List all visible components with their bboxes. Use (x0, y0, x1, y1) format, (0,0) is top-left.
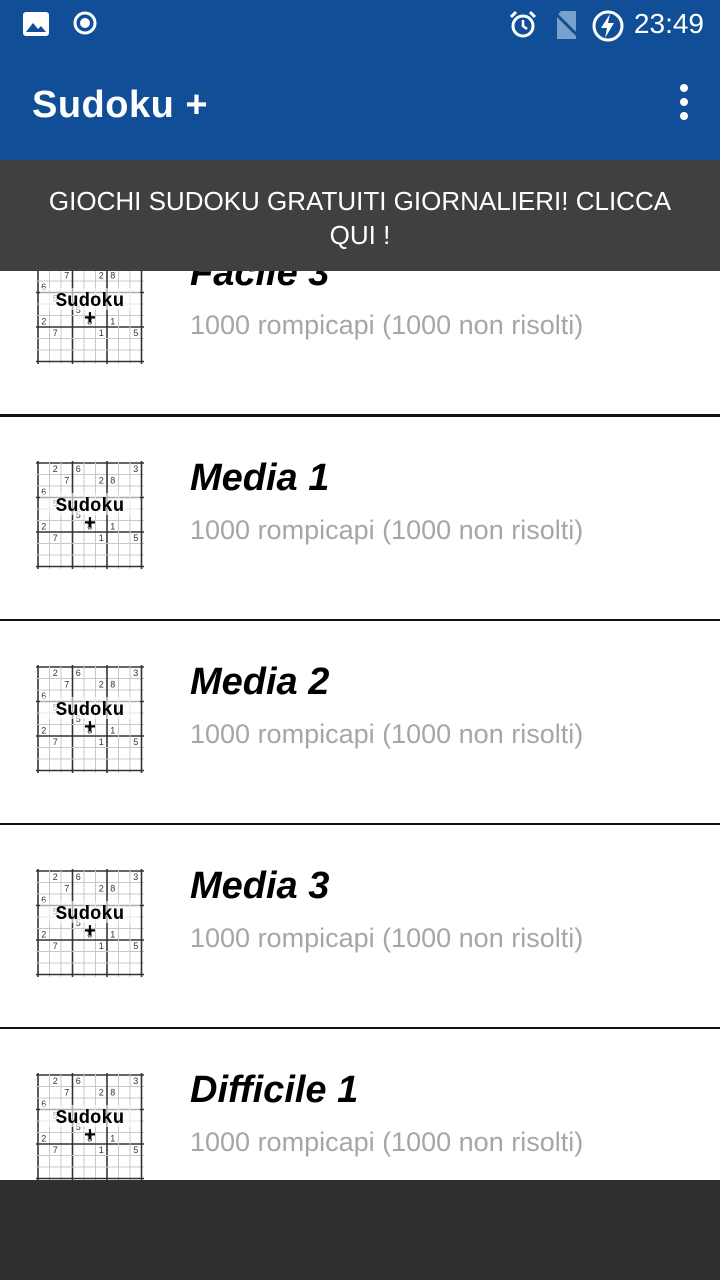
promo-banner[interactable]: GIOCHI SUDOKU GRATUITI GIORNALIERI! CLIC… (0, 160, 720, 271)
svg-text:6: 6 (76, 1076, 81, 1086)
svg-text:+: + (84, 716, 96, 738)
svg-text:2: 2 (53, 872, 58, 882)
svg-text:5: 5 (133, 737, 138, 747)
app-title: Sudoku + (32, 84, 209, 126)
svg-text:8: 8 (110, 1088, 115, 1098)
svg-text:2: 2 (99, 476, 104, 486)
svg-text:1: 1 (110, 726, 115, 736)
svg-text:+: + (84, 1124, 96, 1146)
svg-text:3: 3 (133, 872, 138, 882)
svg-text:2: 2 (99, 271, 104, 281)
svg-text:7: 7 (53, 328, 58, 338)
sudoku-thumbnail-icon: 263728655281715Sudoku+ (34, 1071, 146, 1180)
svg-text:2: 2 (99, 680, 104, 690)
svg-text:3: 3 (133, 1076, 138, 1086)
status-time: 23:49 (633, 8, 704, 39)
level-title: Media 2 (190, 661, 330, 703)
level-list: 263728655281715Sudoku+ Facile 3 1000 rom… (0, 160, 720, 1180)
navigation-bar (0, 1180, 720, 1280)
list-item[interactable]: 263728655281715Sudoku+ Media 2 1000 romp… (0, 621, 720, 826)
svg-text:2: 2 (41, 1134, 46, 1144)
svg-text:1: 1 (99, 737, 104, 747)
svg-text:1: 1 (110, 522, 115, 532)
no-sim-icon (553, 10, 581, 45)
svg-text:3: 3 (133, 668, 138, 678)
list-item[interactable]: 263728655281715Sudoku+ Media 3 1000 romp… (0, 825, 720, 1030)
svg-text:2: 2 (99, 884, 104, 894)
svg-text:6: 6 (76, 872, 81, 882)
svg-text:2: 2 (53, 1076, 58, 1086)
svg-text:2: 2 (41, 930, 46, 940)
svg-text:1: 1 (99, 328, 104, 338)
svg-text:7: 7 (53, 1145, 58, 1155)
battery-charging-icon (592, 10, 624, 47)
level-subtitle: 1000 rompicapi (1000 non risolti) (190, 310, 584, 340)
svg-text:1: 1 (99, 533, 104, 543)
svg-text:7: 7 (64, 476, 69, 486)
svg-text:2: 2 (41, 522, 46, 532)
svg-text:1: 1 (99, 1145, 104, 1155)
svg-text:5: 5 (133, 1145, 138, 1155)
sudoku-thumbnail-icon: 263728655281715Sudoku+ (34, 867, 146, 979)
svg-text:7: 7 (64, 1088, 69, 1098)
level-subtitle: 1000 rompicapi (1000 non risolti) (190, 923, 584, 953)
svg-text:+: + (84, 920, 96, 942)
svg-text:+: + (84, 307, 96, 329)
more-vert-icon[interactable] (672, 84, 696, 124)
svg-text:8: 8 (110, 476, 115, 486)
svg-text:7: 7 (53, 941, 58, 951)
sudoku-thumbnail-icon: 263728655281715Sudoku+ (34, 663, 146, 775)
svg-text:5: 5 (133, 328, 138, 338)
svg-text:1: 1 (99, 941, 104, 951)
svg-text:1: 1 (110, 1134, 115, 1144)
svg-text:6: 6 (76, 668, 81, 678)
app-bar: Sudoku + (0, 48, 720, 160)
svg-text:8: 8 (110, 884, 115, 894)
svg-text:2: 2 (99, 1088, 104, 1098)
svg-text:7: 7 (53, 737, 58, 747)
banner-text: GIOCHI SUDOKU GRATUITI GIORNALIERI! CLIC… (48, 186, 672, 250)
svg-text:2: 2 (53, 668, 58, 678)
svg-text:2: 2 (53, 464, 58, 474)
list-item[interactable]: 263728655281715Sudoku+ Media 1 1000 romp… (0, 417, 720, 622)
svg-text:5: 5 (133, 941, 138, 951)
svg-text:8: 8 (110, 680, 115, 690)
status-bar: 23:49 (0, 0, 720, 48)
svg-text:7: 7 (53, 533, 58, 543)
svg-text:1: 1 (110, 930, 115, 940)
level-subtitle: 1000 rompicapi (1000 non risolti) (190, 1127, 584, 1157)
image-icon (22, 10, 50, 43)
level-title: Difficile 1 (190, 1069, 359, 1111)
svg-text:1: 1 (110, 317, 115, 327)
svg-text:3: 3 (133, 464, 138, 474)
svg-text:+: + (84, 512, 96, 534)
svg-text:7: 7 (64, 271, 69, 281)
svg-text:7: 7 (64, 680, 69, 690)
svg-text:2: 2 (41, 726, 46, 736)
svg-text:2: 2 (41, 317, 46, 327)
level-subtitle: 1000 rompicapi (1000 non risolti) (190, 719, 584, 749)
level-title: Media 3 (190, 865, 330, 907)
svg-text:5: 5 (133, 533, 138, 543)
list-item[interactable]: 263728655281715Sudoku+ Difficile 1 1000 … (0, 1029, 720, 1180)
svg-text:6: 6 (76, 464, 81, 474)
svg-text:7: 7 (64, 884, 69, 894)
alarm-icon (508, 10, 538, 45)
level-subtitle: 1000 rompicapi (1000 non risolti) (190, 515, 584, 545)
record-icon (72, 10, 98, 41)
svg-text:8: 8 (110, 271, 115, 281)
sudoku-thumbnail-icon: 263728655281715Sudoku+ (34, 459, 146, 571)
level-title: Media 1 (190, 457, 330, 499)
